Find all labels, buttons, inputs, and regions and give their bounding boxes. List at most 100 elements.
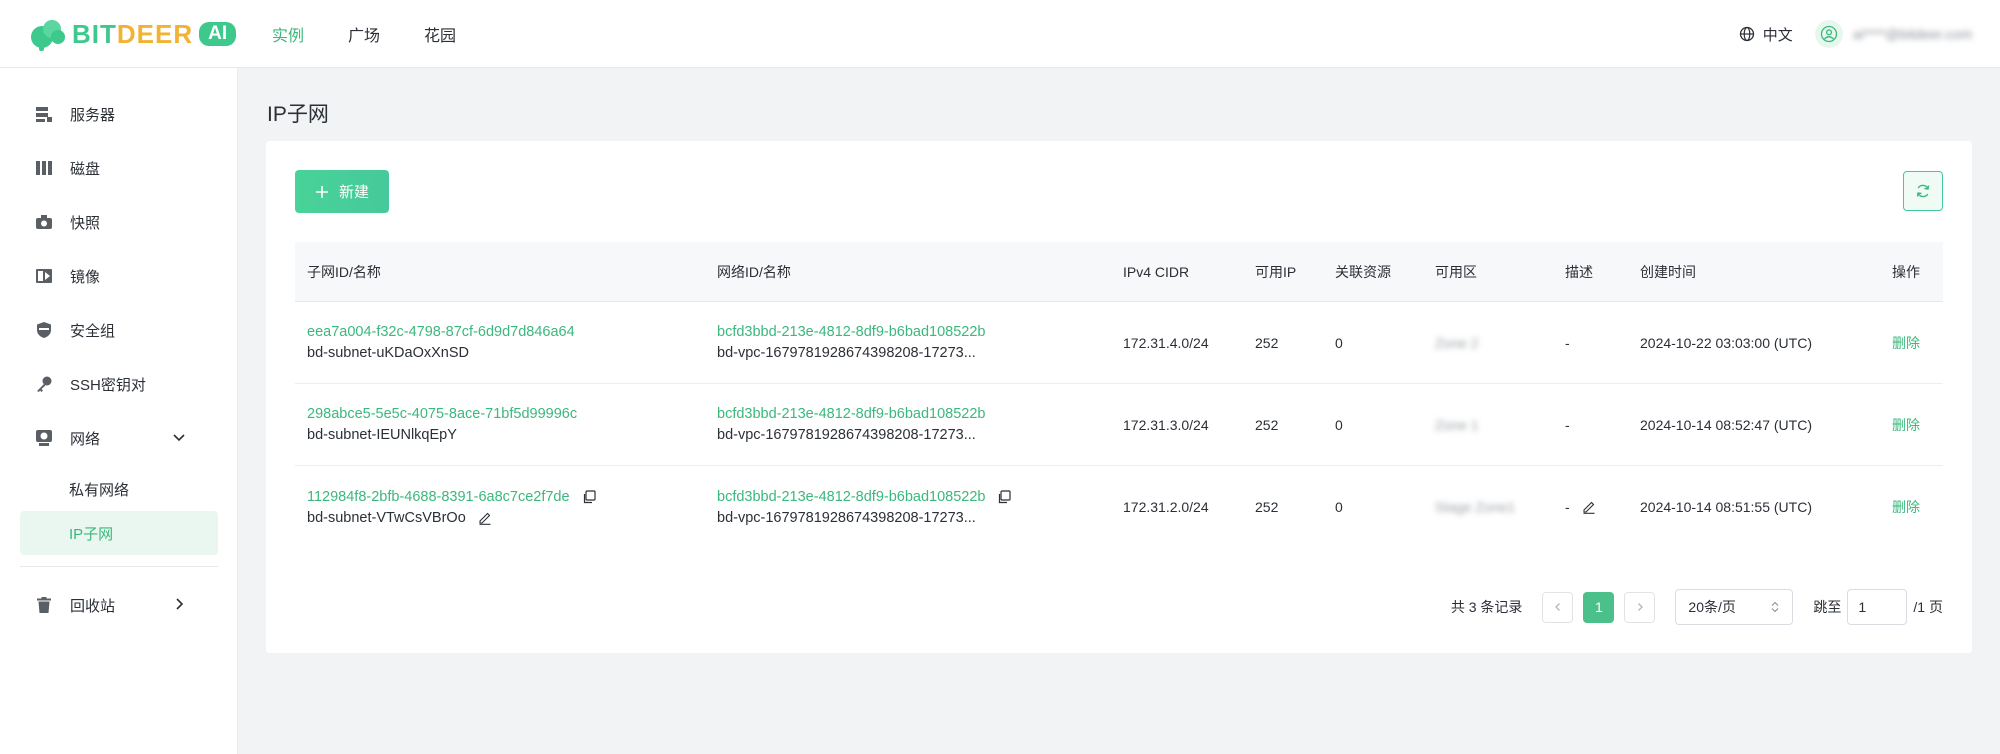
available-ip-cell: 252 <box>1255 499 1279 515</box>
column-header-subnet: 子网ID/名称 <box>307 263 381 280</box>
user-icon <box>1820 25 1837 43</box>
new-button-label: 新建 <box>338 184 369 201</box>
edit-icon[interactable] <box>1582 500 1596 514</box>
sidebar-item-snapshots[interactable]: 快照 <box>20 200 218 244</box>
bitdeer-logo[interactable]: BITDEER AI <box>28 16 237 52</box>
total-pages: /1 页 <box>1913 599 1943 615</box>
cidr-cell: 172.31.3.0/24 <box>1123 416 1209 433</box>
network-name: bd-vpc-1679781928674398208-17273... <box>717 345 976 361</box>
zone-cell: Zone 2 <box>1435 334 1479 351</box>
network-id-link[interactable]: bcfd3bbd-213e-4812-8df9-b6bad108522b <box>717 406 985 422</box>
globe-icon <box>1739 26 1754 42</box>
column-header-resources: 关联资源 <box>1335 263 1391 280</box>
page-size-select[interactable]: 20条/页 <box>1675 589 1794 625</box>
chevron-right-icon <box>176 598 184 610</box>
sidebar-divider <box>20 566 218 567</box>
header-actions: 中文 ai****@bitdeer.com <box>1739 0 1972 68</box>
delete-link[interactable]: 删除 <box>1880 333 1943 353</box>
nav-garden[interactable]: 花园 <box>424 22 456 46</box>
key-icon <box>34 374 54 394</box>
delete-link[interactable]: 删除 <box>1880 415 1943 435</box>
column-header-available-ip: 可用IP <box>1255 263 1297 280</box>
subnet-id-link[interactable]: 298abce5-5e5c-4075-8ace-71bf5d99996c <box>307 406 577 422</box>
table-row: eea7a004-f32c-4798-87cf-6d9d7d846a64 bd-… <box>295 302 1943 384</box>
language-label: 中文 <box>1762 26 1793 44</box>
brand-ai-badge: AI <box>199 22 237 46</box>
network-id-link[interactable]: bcfd3bbd-213e-4812-8df9-b6bad108522b <box>717 324 985 340</box>
sidebar-item-servers[interactable]: 服务器 <box>20 92 218 136</box>
network-cell: bcfd3bbd-213e-4812-8df9-b6bad108522b bd-… <box>705 406 1111 443</box>
table-row: 112984f8-2bfb-4688-8391-6a8c7ce2f7de bd-… <box>295 466 1943 548</box>
plus-icon <box>315 185 328 198</box>
subnet-id-link[interactable]: eea7a004-f32c-4798-87cf-6d9d7d846a64 <box>307 324 575 340</box>
cidr-cell: 172.31.2.0/24 <box>1123 499 1209 515</box>
sidebar-item-label: 快照 <box>70 214 101 232</box>
subnet-cell: 112984f8-2bfb-4688-8391-6a8c7ce2f7de bd-… <box>295 489 705 526</box>
user-menu[interactable]: ai****@bitdeer.com <box>1814 20 1972 48</box>
table-row: 298abce5-5e5c-4075-8ace-71bf5d99996c bd-… <box>295 384 1943 466</box>
created-cell: 2024-10-14 08:52:47 (UTC) <box>1640 416 1812 433</box>
column-header-created: 创建时间 <box>1640 263 1696 280</box>
column-header-network: 网络ID/名称 <box>717 263 791 280</box>
total-records: 共 3 条记录 <box>1450 599 1523 615</box>
sidebar-item-label: 磁盘 <box>70 160 101 178</box>
cidr-cell: 172.31.4.0/24 <box>1123 334 1209 351</box>
refresh-icon <box>1916 184 1930 198</box>
refresh-button[interactable] <box>1903 171 1943 211</box>
chevron-left-icon <box>1555 603 1560 611</box>
sidebar-item-ip-subnet[interactable]: IP子网 <box>20 511 218 555</box>
sidebar-item-network[interactable]: 网络 <box>20 416 218 460</box>
sidebar-item-label: 网络 <box>70 430 101 448</box>
jump-page-input[interactable] <box>1847 589 1908 625</box>
resources-cell: 0 <box>1335 499 1343 515</box>
delete-link[interactable]: 删除 <box>1880 497 1943 517</box>
network-icon <box>34 428 54 448</box>
brand-name: BITDEER <box>72 18 194 49</box>
next-page-button[interactable] <box>1624 591 1656 623</box>
page-size-value: 20条/页 <box>1688 599 1736 615</box>
zone-cell: Stage Zone1 <box>1435 499 1516 515</box>
description-cell: - <box>1565 416 1570 433</box>
resources-cell: 0 <box>1335 416 1343 433</box>
sidebar: 服务器 磁盘 快照 镜像 安全组 SSH密钥对 网络 私有网络 IP子网 回收站 <box>0 68 238 754</box>
disk-icon <box>34 158 54 178</box>
subnet-cell: 298abce5-5e5c-4075-8ace-71bf5d99996c bd-… <box>295 406 705 443</box>
shield-icon <box>34 320 54 340</box>
copy-icon[interactable] <box>997 489 1012 504</box>
chevron-right-icon <box>1637 603 1643 611</box>
description-cell: - <box>1553 499 1628 515</box>
copy-icon[interactable] <box>582 489 596 504</box>
sidebar-item-disks[interactable]: 磁盘 <box>20 146 218 190</box>
network-name: bd-vpc-1679781928674398208-17273... <box>717 427 976 443</box>
network-id-link[interactable]: bcfd3bbd-213e-4812-8df9-b6bad108522b <box>717 489 985 505</box>
sidebar-item-label: 镜像 <box>70 268 101 286</box>
sidebar-item-label: 服务器 <box>70 106 116 124</box>
nav-plaza[interactable]: 广场 <box>348 22 380 46</box>
pagination: 共 3 条记录 1 20条/页 跳至 /1 页 <box>1451 589 1943 625</box>
trash-icon <box>34 595 54 615</box>
sidebar-item-recycle-bin[interactable]: 回收站 <box>20 583 218 627</box>
sidebar-item-label: 安全组 <box>70 322 116 340</box>
sidebar-item-security-groups[interactable]: 安全组 <box>20 308 218 352</box>
table-header: 子网ID/名称 网络ID/名称 IPv4 CIDR 可用IP 关联资源 可用区 … <box>295 242 1943 302</box>
brand-name-suffix: DEER <box>116 18 194 49</box>
user-email: ai****@bitdeer.com <box>1852 26 1972 42</box>
sidebar-item-ssh-keys[interactable]: SSH密钥对 <box>20 362 218 406</box>
available-ip-cell: 252 <box>1255 334 1279 351</box>
image-icon <box>34 266 54 286</box>
description-cell: - <box>1565 334 1570 351</box>
page-number-button[interactable]: 1 <box>1583 591 1615 623</box>
sidebar-item-images[interactable]: 镜像 <box>20 254 218 298</box>
sidebar-item-private-network[interactable]: 私有网络 <box>20 467 218 511</box>
column-header-zone: 可用区 <box>1435 263 1477 280</box>
camera-icon <box>34 212 54 232</box>
subnet-id-link[interactable]: 112984f8-2bfb-4688-8391-6a8c7ce2f7de <box>307 489 570 505</box>
created-cell: 2024-10-22 03:03:00 (UTC) <box>1640 334 1812 351</box>
new-subnet-button[interactable]: 新建 <box>295 170 389 213</box>
edit-icon[interactable] <box>478 511 492 525</box>
prev-page-button[interactable] <box>1542 591 1574 623</box>
created-cell: 2024-10-14 08:51:55 (UTC) <box>1640 499 1812 515</box>
language-switcher[interactable]: 中文 <box>1739 24 1793 45</box>
jump-label: 跳至 <box>1813 599 1842 615</box>
nav-instances[interactable]: 实例 <box>272 22 304 46</box>
